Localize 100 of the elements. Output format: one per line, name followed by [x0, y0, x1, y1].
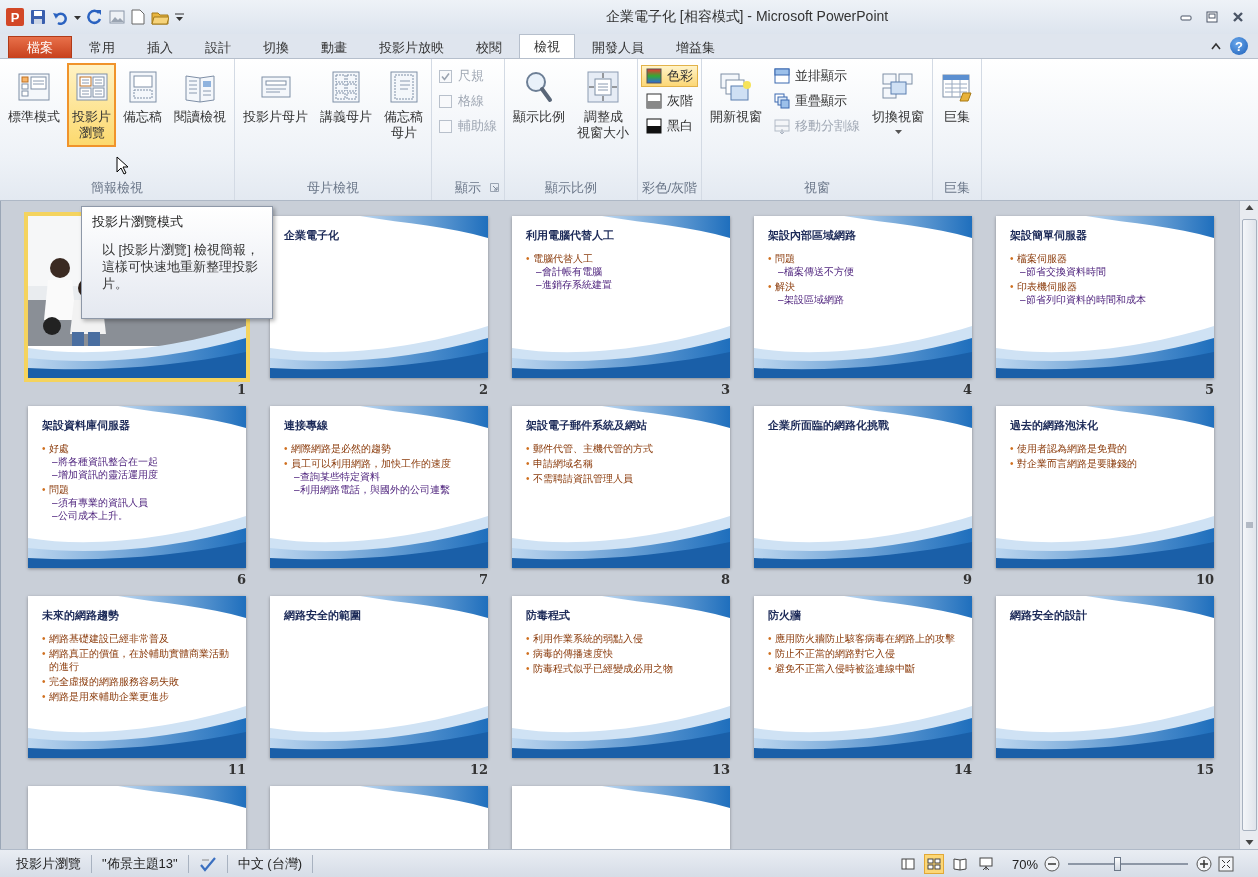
- group-label: 視窗: [804, 179, 830, 197]
- checkbox-label: 格線: [458, 92, 484, 110]
- sub-bullet-text: –增加資訊的靈活運用度: [51, 468, 159, 481]
- bullet-text: 網路真正的價值，在於輔助實體商業活動的進行: [48, 647, 230, 673]
- slide-number: 6: [236, 571, 246, 588]
- status-text: 中文 (台灣): [237, 855, 302, 873]
- status-text: "佈景主題13": [102, 855, 178, 873]
- bullet-text: 網路是用來輔助企業更進步: [48, 690, 169, 703]
- bullet-mark: •: [42, 632, 46, 645]
- slide-number: 13: [711, 761, 730, 778]
- bullet-mark: •: [526, 442, 530, 455]
- slide-number: 10: [1195, 571, 1214, 588]
- bullet-text: 問題: [774, 252, 795, 265]
- slide-number: 5: [1204, 381, 1214, 398]
- bullet-text: 病毒的傳播速度快: [532, 647, 613, 660]
- bullet-text: 網路基礎建設已經非常普及: [48, 632, 169, 645]
- slide-title: 網路安全的範圍: [284, 608, 362, 623]
- status-text: 投影片瀏覽: [16, 855, 81, 873]
- bullet-mark: •: [1010, 252, 1014, 265]
- bullet-text: 電腦代替人工: [532, 252, 593, 265]
- bullet-mark: •: [526, 472, 530, 485]
- slide-title: 網路安全的設計: [1010, 608, 1088, 623]
- sub-bullet-text: –會計帳有電腦: [535, 265, 603, 278]
- slide-number: 7: [478, 571, 488, 588]
- bullet-text: 網際網路是必然的趨勢: [290, 442, 391, 455]
- bullet-text: 利用作業系統的弱點入侵: [532, 632, 643, 645]
- bullet-text: 完全虛擬的網路服務容易失敗: [48, 675, 179, 688]
- bullet-mark: •: [768, 647, 772, 660]
- slide-title: 未來的網路趨勢: [42, 608, 120, 623]
- bullet-mark: •: [42, 483, 46, 496]
- slide-title: 企業所面臨的網路化挑戰: [768, 418, 890, 433]
- slide-number: 4: [962, 381, 972, 398]
- slide-number: 3: [720, 381, 730, 398]
- slide-title: 連接專線: [284, 418, 329, 433]
- slide-number: 8: [720, 571, 730, 588]
- bullet-text: 防毒程式似乎已經變成必用之物: [532, 662, 673, 675]
- sub-bullet-text: –架設區域網路: [777, 293, 845, 306]
- bullet-text: 對企業而言網路是要賺錢的: [1016, 457, 1137, 470]
- slide-title: 防火牆: [768, 608, 802, 623]
- checkbox-label: 尺規: [458, 67, 484, 85]
- bullet-text: 不需聘請資訊管理人員: [532, 472, 633, 485]
- bullet-mark: •: [1010, 442, 1014, 455]
- sub-bullet-text: –節省交換資料時間: [1019, 265, 1107, 278]
- slide-title: 防毒程式: [526, 608, 571, 623]
- bullet-mark: •: [768, 252, 772, 265]
- bullet-text: 申請網域名稱: [532, 457, 593, 470]
- bullet-mark: •: [768, 280, 772, 293]
- bullet-text: 員工可以利用網路，加快工作的速度: [290, 457, 451, 470]
- slide-number: 14: [953, 761, 972, 778]
- bullet-text: 使用者認為網路是免費的: [1016, 442, 1127, 455]
- group-label: 簡報檢視: [91, 179, 143, 197]
- sub-bullet-text: –檔案傳送不方便: [777, 265, 855, 278]
- bullet-mark: •: [284, 457, 288, 470]
- group-label: 巨集: [944, 179, 970, 197]
- bullet-text: 檔案伺服器: [1016, 252, 1067, 265]
- bullet-mark: •: [42, 647, 46, 661]
- slide-number: 15: [1195, 761, 1214, 778]
- bullet-text: 郵件代管、主機代管的方式: [532, 442, 653, 455]
- sub-bullet-text: –將各種資訊整合在一起: [51, 455, 159, 468]
- slide-number: 9: [962, 571, 972, 588]
- bullet-mark: •: [526, 457, 530, 470]
- bullet-text: 好處: [48, 442, 69, 455]
- bullet-mark: •: [526, 632, 530, 645]
- bullet-mark: •: [768, 632, 772, 645]
- sub-bullet-text: –公司成本上升。: [51, 509, 129, 522]
- bullet-mark: •: [42, 675, 46, 688]
- slide-title: 利用電腦代替人工: [526, 228, 615, 243]
- bullet-text: 解決: [774, 280, 795, 293]
- slide-title: 企業電子化: [284, 228, 340, 243]
- bullet-mark: •: [526, 252, 530, 265]
- slide-number: 1: [236, 381, 246, 398]
- sub-bullet-text: –利用網路電話，與國外的公司連繫: [293, 483, 451, 496]
- slide-title: 架設電子郵件系統及網站: [526, 418, 648, 433]
- bullet-text: 印表機伺服器: [1016, 280, 1077, 293]
- app-logo: P: [6, 8, 24, 26]
- slide-title: 架設資料庫伺服器: [42, 418, 131, 433]
- bullet-mark: •: [42, 442, 46, 455]
- bullet-mark: •: [1010, 280, 1014, 293]
- tooltip-title: 投影片瀏覽模式: [92, 213, 184, 231]
- window-title: 企業電子化 [相容模式] - Microsoft PowerPoint: [604, 8, 890, 26]
- slide-number: 12: [469, 761, 488, 778]
- bullet-mark: •: [284, 442, 288, 455]
- bullet-mark: •: [1010, 457, 1014, 470]
- tooltip-text: 以 [投影片瀏覽] 檢視簡報，這樣可快速地重新整理投影片。: [101, 241, 261, 292]
- slide-title: 架設簡單伺服器: [1010, 228, 1088, 243]
- bullet-mark: •: [526, 662, 530, 675]
- group-label: 彩色/灰階: [641, 179, 698, 197]
- group-label: 顯示: [455, 179, 481, 197]
- sub-bullet-text: –查詢某些特定資料: [293, 470, 381, 483]
- sub-bullet-text: –節省列印資料的時間和成本: [1019, 293, 1147, 306]
- bullet-mark: •: [768, 662, 772, 675]
- slide-number: 11: [227, 761, 246, 778]
- checkbox-label: 輔助線: [458, 117, 497, 135]
- bullet-text: 應用防火牆防止駭客病毒在網路上的攻擊: [774, 632, 955, 645]
- slide-title: 架設內部區域網路: [768, 228, 857, 243]
- group-label: 顯示比例: [545, 179, 597, 197]
- bullet-mark: •: [42, 690, 46, 703]
- bullet-text: 避免不正當入侵時被盜連線中斷: [774, 662, 915, 675]
- sub-bullet-text: –進銷存系統建置: [535, 278, 613, 291]
- bullet-mark: •: [526, 647, 530, 660]
